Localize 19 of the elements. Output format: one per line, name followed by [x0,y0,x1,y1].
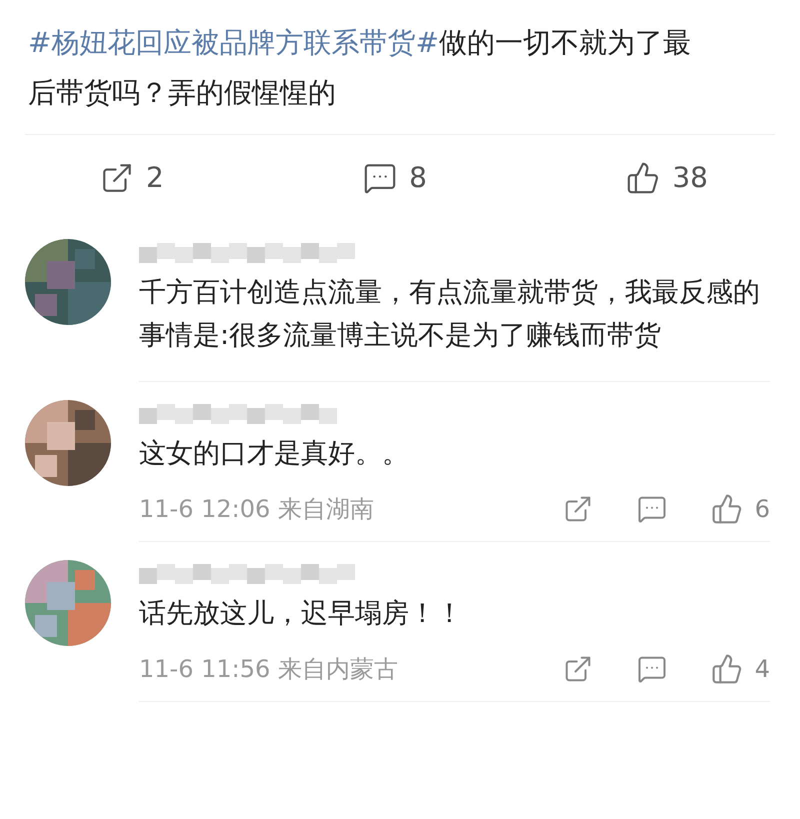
comment-icon[interactable] [636,494,667,524]
comment-text: 千方百计创造点流量，有点流量就带货，我最反感的事情是:很多流量博主说不是为了赚钱而带货 [139,276,761,353]
comment-count: 8 [409,160,427,196]
like-icon[interactable] [710,493,743,525]
share-icon[interactable] [100,161,134,195]
comment-meta: 11-6 11:56 来自内蒙古 [139,654,398,685]
like-button[interactable]: 6 [710,491,770,527]
share-count: 2 [146,160,164,196]
comment-icon[interactable] [363,161,398,195]
like-icon[interactable] [710,653,743,685]
like-button[interactable]: 4 [710,651,770,687]
like-count: 38 [672,160,708,196]
comment-meta: 11-6 12:06 来自湖南 [139,494,374,525]
topic-link[interactable]: #杨妞花回应被品牌方联系带货# [28,26,439,59]
comment-text: 这女的口才是真好。。 [139,437,410,471]
comment-icon[interactable] [636,654,667,684]
like-icon[interactable] [626,161,660,195]
post-text: #杨妞花回应被品牌方联系带货#做的一切不就为了最后带货吗？弄的假惺惺的 [28,25,692,111]
comment-text: 话先放这儿，迟早塌房！！ [139,597,464,631]
